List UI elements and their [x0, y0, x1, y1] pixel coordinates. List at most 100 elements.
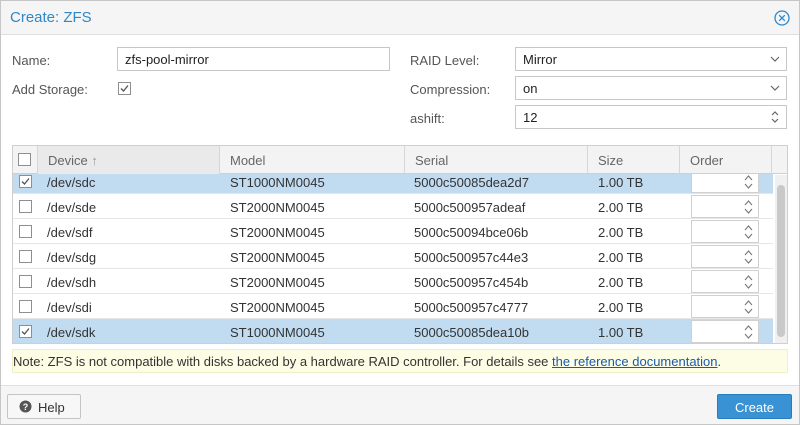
row-checkbox[interactable] [19, 175, 32, 188]
note-suffix: . [717, 354, 722, 369]
order-spinner[interactable] [691, 320, 759, 343]
row-checkbox[interactable] [19, 300, 32, 313]
column-header-size[interactable]: Size [588, 146, 680, 174]
device-cell: /dev/sdf [47, 225, 93, 240]
size-cell: 2.00 TB [598, 275, 644, 290]
model-cell: ST2000NM0045 [230, 250, 325, 265]
table-row[interactable]: /dev/sdg ST2000NM0045 5000c500957c44e3 2… [13, 244, 773, 269]
checkmark-icon [120, 85, 129, 92]
checkmark-icon [21, 328, 30, 335]
help-button-label: Help [38, 400, 65, 415]
help-button[interactable]: ? Help [7, 394, 81, 419]
serial-header-label: Serial [415, 153, 449, 168]
device-cell: /dev/sdk [47, 325, 96, 340]
raid-level-select[interactable]: Mirror [515, 47, 787, 71]
close-icon[interactable] [774, 10, 790, 26]
ashift-label: ashift: [410, 111, 445, 126]
row-checkbox[interactable] [19, 200, 32, 213]
table-row[interactable]: /dev/sdc ST1000NM0045 5000c50085dea2d7 1… [13, 174, 773, 194]
dialog-titlebar: Create: ZFS [1, 1, 799, 35]
serial-cell: 5000c500957c44e3 [414, 250, 529, 265]
order-spinner[interactable] [691, 195, 759, 218]
model-cell: ST1000NM0045 [230, 175, 325, 190]
serial-cell: 5000c500957c454b [414, 275, 529, 290]
order-spinner[interactable] [691, 220, 759, 243]
table-row[interactable]: /dev/sde ST2000NM0045 5000c500957adeaf 2… [13, 194, 773, 219]
size-cell: 2.00 TB [598, 225, 644, 240]
header-select-cell [13, 146, 38, 174]
spinner-arrows-icon[interactable] [743, 198, 754, 216]
model-cell: ST2000NM0045 [230, 225, 325, 240]
scrollbar-thumb[interactable] [777, 185, 785, 337]
grid-scrollbar[interactable] [775, 175, 787, 343]
reference-documentation-link[interactable]: the reference documentation [552, 354, 718, 369]
add-storage-checkbox[interactable] [118, 82, 131, 95]
compression-label: Compression: [410, 82, 491, 97]
spinner-arrows-icon[interactable] [743, 223, 754, 241]
table-row[interactable]: /dev/sdf ST2000NM0045 5000c50094bce06b 2… [13, 219, 773, 244]
serial-cell: 5000c50085dea2d7 [414, 175, 529, 190]
column-header-model[interactable]: Model [220, 146, 405, 174]
ashift-spinner[interactable]: 12 [515, 105, 787, 129]
raid-level-value: Mirror [523, 52, 557, 67]
checkmark-icon [21, 178, 30, 185]
device-cell: /dev/sdh [47, 275, 97, 290]
create-button[interactable]: Create [717, 394, 792, 419]
order-spinner[interactable] [691, 174, 759, 193]
row-checkbox[interactable] [19, 225, 32, 238]
row-checkbox[interactable] [19, 275, 32, 288]
spinner-arrows-icon[interactable] [769, 109, 781, 125]
model-cell: ST2000NM0045 [230, 200, 325, 215]
raid-level-label: RAID Level: [410, 53, 480, 68]
table-row[interactable]: /dev/sdi ST2000NM0045 5000c500957c4777 2… [13, 294, 773, 319]
create-zfs-dialog: Create: ZFS Name: Add Storage: RAID Leve… [0, 0, 800, 425]
table-row[interactable]: /dev/sdh ST2000NM0045 5000c500957c454b 2… [13, 269, 773, 294]
chevron-down-icon [770, 85, 780, 91]
size-cell: 2.00 TB [598, 200, 644, 215]
serial-cell: 5000c500957c4777 [414, 300, 529, 315]
compression-value: on [523, 81, 538, 96]
device-header-label: Device [48, 153, 88, 168]
grid-rows: /dev/sdc ST1000NM0045 5000c50085dea2d7 1… [13, 174, 773, 343]
spinner-arrows-icon[interactable] [743, 298, 754, 316]
question-circle-icon: ? [19, 400, 32, 413]
model-cell: ST1000NM0045 [230, 325, 325, 340]
order-spinner[interactable] [691, 245, 759, 268]
ashift-value: 12 [523, 110, 538, 125]
compression-select[interactable]: on [515, 76, 787, 100]
table-row[interactable]: /dev/sdk ST1000NM0045 5000c50085dea10b 1… [13, 319, 773, 343]
header-filler [772, 146, 787, 174]
spinner-arrows-icon[interactable] [743, 273, 754, 291]
model-header-label: Model [230, 153, 266, 168]
row-checkbox[interactable] [19, 250, 32, 263]
svg-text:?: ? [23, 402, 29, 412]
column-header-order[interactable]: Order [680, 146, 772, 174]
name-label: Name: [12, 53, 51, 68]
order-spinner[interactable] [691, 270, 759, 293]
note-text: Note: ZFS is not compatible with disks b… [13, 354, 553, 369]
order-header-label: Order [690, 153, 724, 168]
row-checkbox[interactable] [19, 325, 32, 338]
serial-cell: 5000c50094bce06b [414, 225, 529, 240]
spinner-arrows-icon[interactable] [743, 248, 754, 266]
device-cell: /dev/sdg [47, 250, 97, 265]
model-cell: ST2000NM0045 [230, 300, 325, 315]
column-header-serial[interactable]: Serial [405, 146, 588, 174]
select-all-checkbox[interactable] [18, 153, 31, 166]
dialog-footer: ? Help Create [1, 385, 799, 424]
serial-cell: 5000c50085dea10b [414, 325, 529, 340]
size-cell: 2.00 TB [598, 300, 644, 315]
add-storage-label: Add Storage: [12, 82, 88, 97]
spinner-arrows-icon[interactable] [743, 323, 754, 341]
model-cell: ST2000NM0045 [230, 275, 325, 290]
order-spinner[interactable] [691, 295, 759, 318]
spinner-arrows-icon[interactable] [743, 174, 754, 191]
column-header-device[interactable]: Device ↑ [38, 146, 220, 174]
device-cell: /dev/sde [47, 200, 97, 215]
chevron-down-icon [770, 56, 780, 62]
serial-cell: 5000c500957adeaf [414, 200, 526, 215]
size-cell: 1.00 TB [598, 325, 644, 340]
size-header-label: Size [598, 153, 624, 168]
name-input[interactable] [117, 47, 390, 71]
device-cell: /dev/sdi [47, 300, 92, 315]
